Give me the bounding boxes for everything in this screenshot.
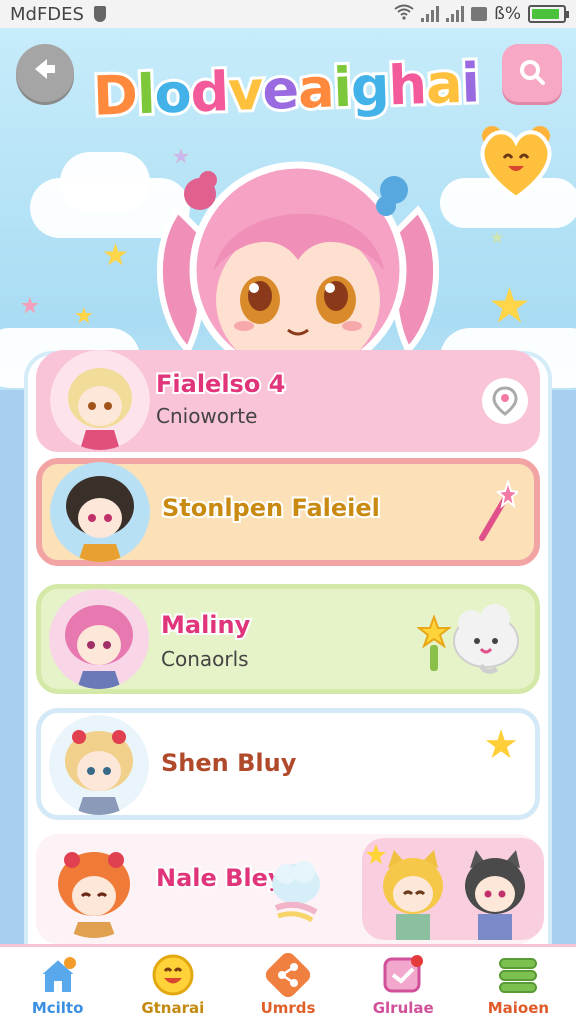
- app-title-letter: h: [384, 50, 430, 120]
- avatar: [49, 715, 149, 815]
- battery-fill: [532, 9, 559, 19]
- search-icon: [518, 58, 546, 89]
- shield-icon: [93, 6, 106, 22]
- back-arrow-icon: [31, 55, 59, 91]
- app-title-text: Dlodveaighai: [89, 48, 483, 130]
- list-item[interactable]: Nale Bley: [36, 834, 544, 944]
- image-icon: [471, 7, 488, 21]
- avatar: [50, 462, 150, 562]
- nav-messages[interactable]: Glrulae: [346, 947, 461, 1024]
- wifi-icon: [394, 4, 414, 25]
- nav-label: Maioen: [486, 998, 550, 1019]
- list-item-subtitle: Conaorls: [161, 647, 249, 671]
- battery-text: ß%: [494, 4, 521, 24]
- nav-label: Umrds: [259, 998, 317, 1019]
- nav-label: Gtnarai: [140, 998, 206, 1019]
- star-icon: ★: [74, 304, 94, 329]
- app-title-letter: e: [258, 55, 302, 125]
- avatar: [50, 350, 150, 450]
- battery-icon: [528, 5, 569, 23]
- app-title-letter: v: [224, 56, 266, 126]
- star-icon: ★: [488, 278, 532, 334]
- nav-label: Mcilto: [30, 998, 85, 1019]
- list-item-name: Fialelso 4: [154, 368, 287, 400]
- list-item[interactable]: Stonlpen Faleiel: [36, 458, 540, 566]
- cloud-decoration: [60, 152, 150, 212]
- cloud-mascot-icon[interactable]: [451, 603, 521, 681]
- list-item[interactable]: Maliny Conaorls: [36, 584, 540, 694]
- list-item-name: Shen Bluy: [159, 747, 298, 779]
- share-icon: [265, 952, 311, 998]
- location-pin-icon[interactable]: [482, 378, 528, 424]
- list-item-name: Maliny: [159, 609, 252, 641]
- star-icon[interactable]: ★: [483, 725, 519, 765]
- app-title-letter: o: [150, 58, 194, 128]
- app-title-letter: a: [294, 53, 338, 123]
- app-title-letter: a: [422, 49, 466, 119]
- carrier-label: MdFDES: [10, 3, 84, 25]
- list-item-name: Stonlpen Faleiel: [160, 492, 382, 524]
- status-bar: MdFDES ß%: [0, 0, 576, 28]
- star-icon: ★: [490, 228, 505, 247]
- nav-menu[interactable]: Maioen: [461, 947, 576, 1024]
- nav-label: Glrulae: [371, 998, 435, 1019]
- heart-mascot-icon: [474, 118, 558, 202]
- app-title-letter: d: [186, 57, 232, 127]
- search-button[interactable]: [502, 44, 562, 102]
- app-title-letter: i: [457, 48, 483, 118]
- avatar: [49, 589, 149, 689]
- app-title-letter: D: [89, 60, 141, 130]
- star-icon: ★: [102, 238, 129, 273]
- nav-smiley[interactable]: Gtnarai: [115, 947, 230, 1024]
- cloud-swirl-icon: [266, 854, 326, 928]
- message-icon: [381, 953, 425, 997]
- app-title-letter: i: [329, 53, 355, 123]
- list-item-subtitle: Cnioworte: [156, 404, 258, 428]
- signal-icon-2: [446, 6, 465, 22]
- nav-share[interactable]: Umrds: [230, 947, 345, 1024]
- list-item-name: Nale Bley: [154, 862, 286, 894]
- bottom-nav: Mcilto Gtnarai Umrds Glrulae Maioen: [0, 944, 576, 1024]
- star-wand-icon: [416, 614, 452, 679]
- nav-home[interactable]: Mcilto: [0, 947, 115, 1024]
- back-button[interactable]: [16, 44, 74, 102]
- star-icon: ★: [20, 294, 40, 319]
- menu-icon: [496, 953, 540, 997]
- cat-friends-icon[interactable]: [358, 834, 548, 948]
- home-icon: [36, 953, 80, 997]
- smiley-icon: [151, 953, 195, 997]
- avatar: [44, 838, 144, 938]
- list-item[interactable]: Shen Bluy ★: [36, 708, 540, 820]
- magic-wand-icon[interactable]: [474, 478, 521, 548]
- app-title-letter: g: [347, 51, 393, 121]
- signal-icon: [421, 6, 440, 22]
- list-item[interactable]: Fialelso 4 Cnioworte: [36, 350, 540, 452]
